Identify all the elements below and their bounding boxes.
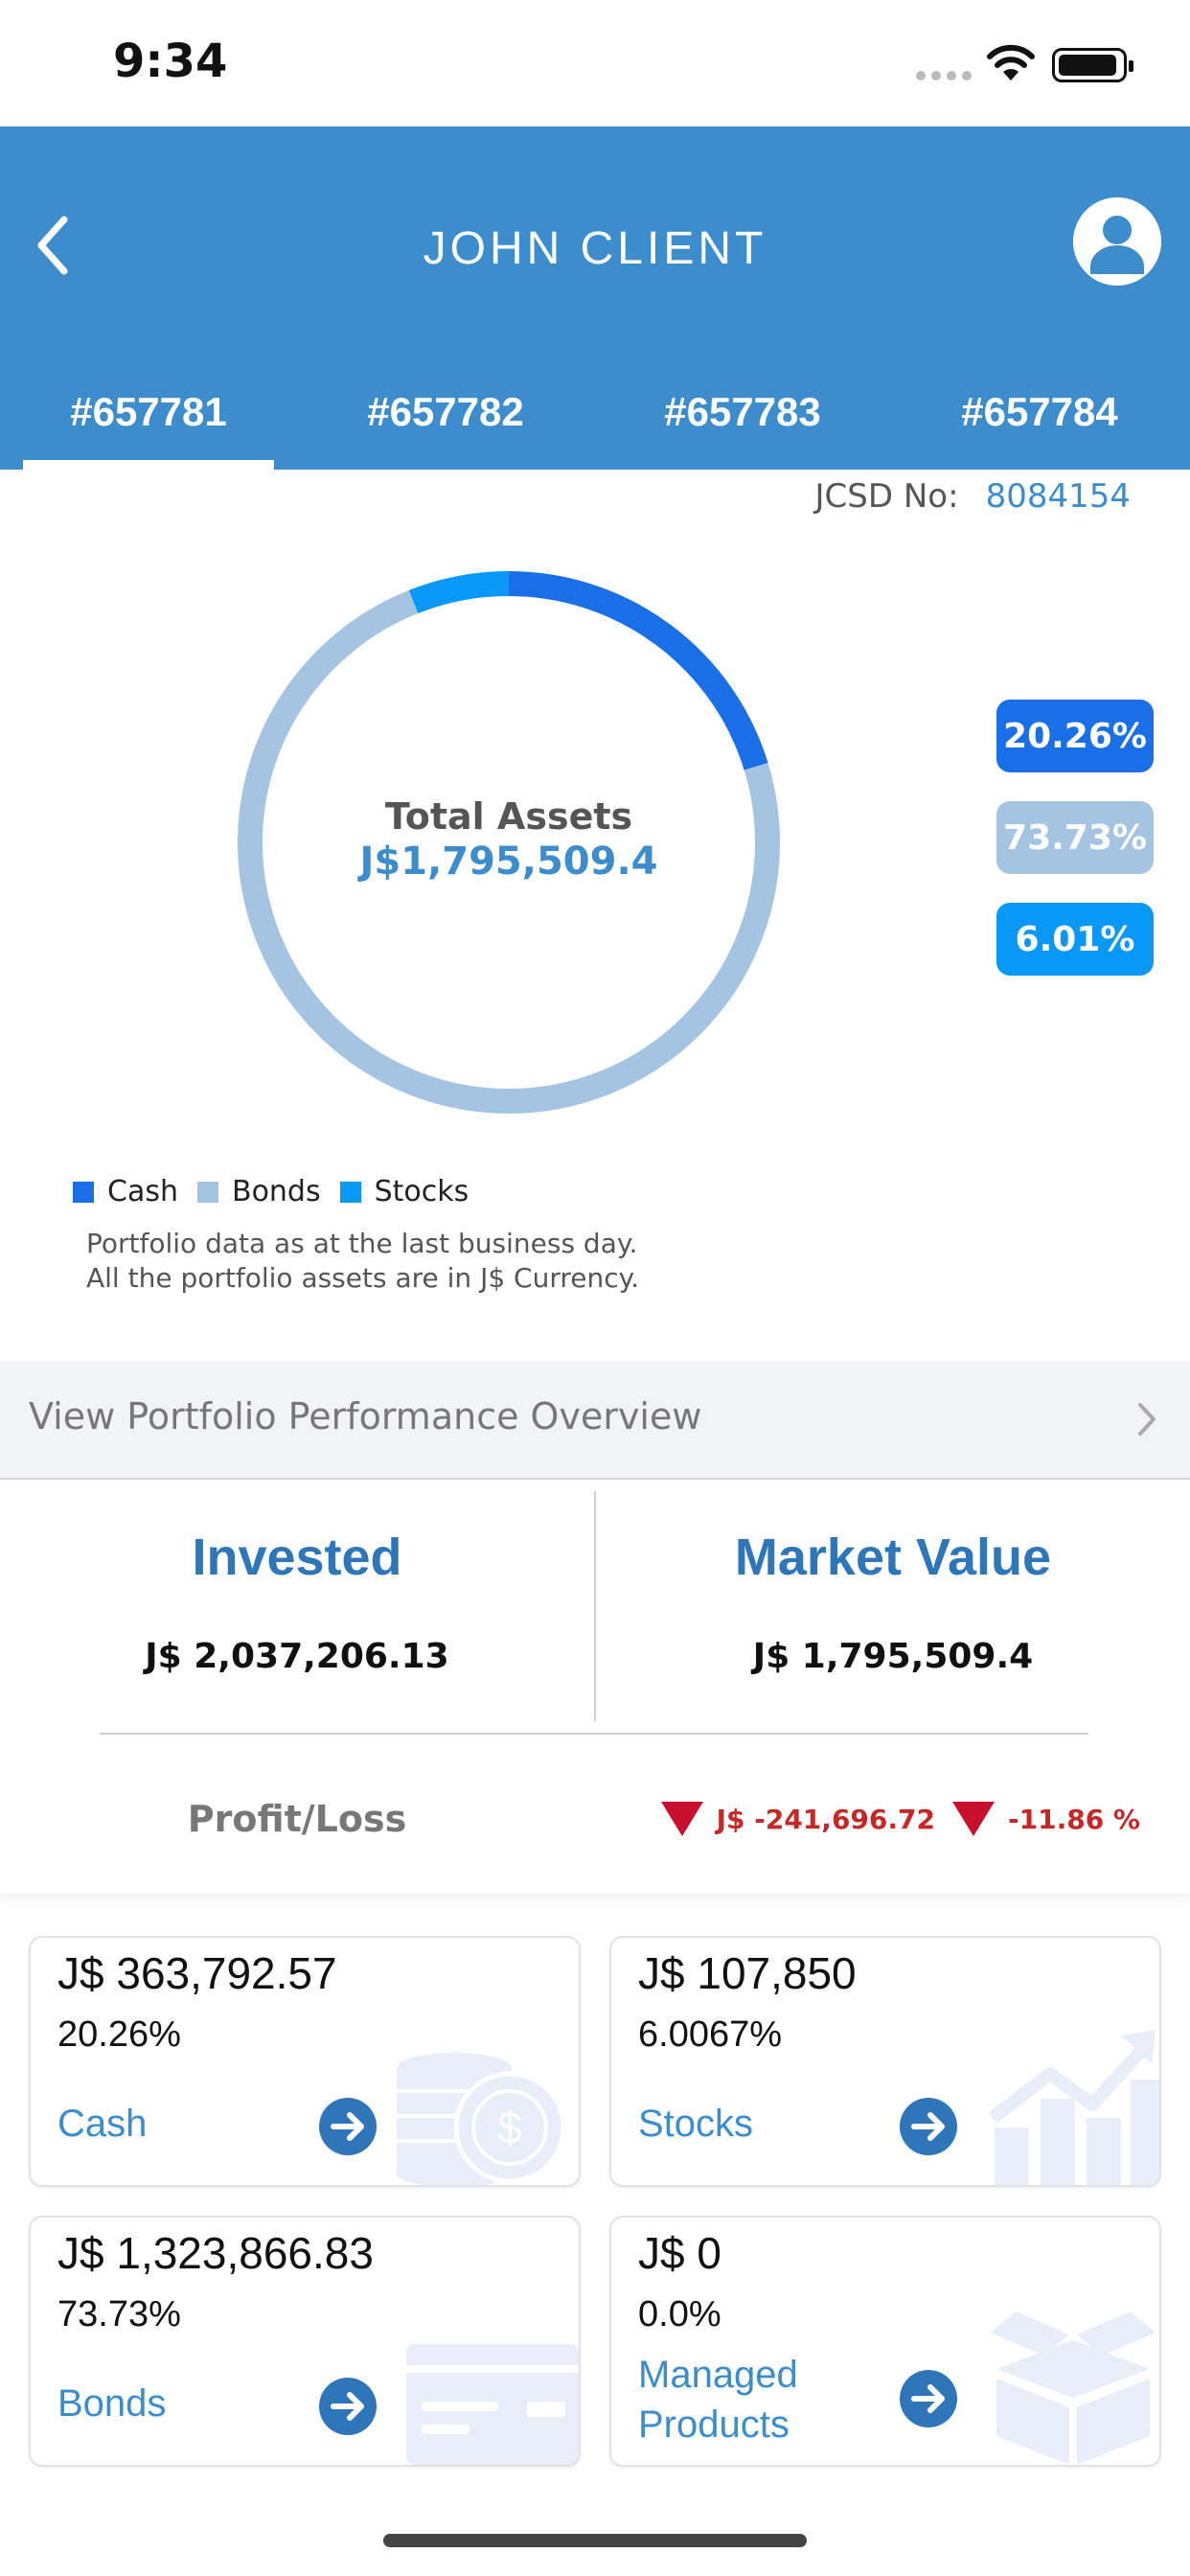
chevron-right-icon xyxy=(1138,1403,1156,1436)
status-time: 9:34 xyxy=(113,34,228,88)
arrow-right-icon[interactable] xyxy=(899,2097,958,2156)
jcsd-number: JCSD No: 8084154 xyxy=(815,477,1131,516)
bonds-amount: J$ 1,323,866.83 xyxy=(57,2228,374,2278)
bonds-card[interactable]: J$ 1,323,866.83 73.73% Bonds xyxy=(29,2216,581,2467)
legend-bonds: Bonds xyxy=(196,1175,321,1208)
home-indicator[interactable] xyxy=(383,2534,807,2547)
profit-loss-percent: -11.86 % xyxy=(1008,1803,1140,1835)
svg-text:$: $ xyxy=(497,2103,522,2152)
stocks-percent-badge: 6.01% xyxy=(996,903,1154,976)
signal-icon xyxy=(916,71,972,80)
profit-loss-amount: J$ -241,696.72 xyxy=(716,1803,935,1835)
managed-products-label: Managed Products xyxy=(638,2354,798,2446)
chart-legend: Cash Bonds Stocks xyxy=(73,1175,488,1208)
managed-products-amount: J$ 0 xyxy=(638,2228,721,2278)
jcsd-label: JCSD No: xyxy=(814,477,959,516)
bonds-percent: 73.73% xyxy=(57,2294,181,2334)
divider xyxy=(100,1733,1088,1735)
bonds-percent-badge: 73.73% xyxy=(996,801,1154,874)
box-icon xyxy=(991,2312,1156,2465)
down-triangle-icon xyxy=(952,1802,995,1836)
down-triangle-icon xyxy=(660,1802,703,1836)
legend-stocks: Stocks xyxy=(339,1175,469,1208)
cash-percent: 20.26% xyxy=(57,2014,181,2055)
arrow-right-icon[interactable] xyxy=(318,2377,378,2436)
profile-avatar[interactable] xyxy=(1073,197,1161,286)
invested-column: Invested J$ 2,037,206.13 xyxy=(0,1528,594,1676)
donut-center: Total Assets J$1,795,509.4 xyxy=(236,795,782,884)
market-value-label: Market Value xyxy=(734,1529,1052,1586)
battery-icon xyxy=(1052,48,1133,82)
wifi-icon xyxy=(985,42,1037,86)
tab-account-2[interactable]: #657782 xyxy=(297,364,594,470)
portfolio-note: Portfolio data as at the last business d… xyxy=(86,1228,640,1294)
cash-percent-badge: 20.26% xyxy=(996,700,1154,772)
cash-amount: J$ 363,792.57 xyxy=(57,1948,337,1998)
market-value-value: J$ 1,795,509.4 xyxy=(752,1637,1034,1676)
invested-label: Invested xyxy=(192,1529,402,1586)
profit-loss-label: Profit/Loss xyxy=(187,1798,407,1840)
status-bar: 9:34 xyxy=(0,0,1190,126)
cash-label: Cash xyxy=(57,2103,148,2145)
account-tabs: #657781 #657782 #657783 #657784 xyxy=(0,364,1190,470)
stocks-card[interactable]: J$ 107,850 6.0067% Stocks xyxy=(609,1936,1161,2187)
profit-loss-values: J$ -241,696.72 -11.86 % xyxy=(660,1802,1140,1836)
growth-chart-icon xyxy=(988,2030,1159,2185)
tab-account-4[interactable]: #657784 xyxy=(891,364,1188,470)
jcsd-value: 8084154 xyxy=(985,477,1131,516)
invested-value: J$ 2,037,206.13 xyxy=(145,1637,449,1676)
cash-card[interactable]: $ J$ 363,792.57 20.26% Cash xyxy=(29,1936,581,2187)
header: JOHN CLIENT #657781 #657782 #657783 #657… xyxy=(0,126,1190,470)
stocks-amount: J$ 107,850 xyxy=(638,1948,857,1998)
market-value-column: Market Value J$ 1,795,509.4 xyxy=(596,1528,1190,1676)
performance-overview-label: View Portfolio Performance Overview xyxy=(29,1395,702,1438)
tab-account-1[interactable]: #657781 xyxy=(0,364,297,470)
managed-products-card[interactable]: J$ 0 0.0% Managed Products xyxy=(609,2216,1161,2467)
coins-icon: $ xyxy=(397,2053,566,2185)
arrow-right-icon[interactable] xyxy=(318,2097,378,2156)
page-title: JOHN CLIENT xyxy=(423,223,767,274)
legend-cash: Cash xyxy=(73,1175,178,1208)
total-assets-value: J$1,795,509.4 xyxy=(359,840,658,884)
tab-account-3[interactable]: #657783 xyxy=(594,364,891,470)
arrow-right-icon[interactable] xyxy=(899,2369,958,2428)
user-icon xyxy=(1073,197,1161,286)
stocks-percent: 6.0067% xyxy=(638,2014,783,2055)
stocks-label: Stocks xyxy=(638,2103,754,2145)
managed-products-percent: 0.0% xyxy=(638,2294,721,2334)
bonds-label: Bonds xyxy=(57,2382,167,2425)
portfolio-summary: Invested J$ 2,037,206.13 Market Value J$… xyxy=(0,1482,1190,1894)
performance-overview-link[interactable]: View Portfolio Performance Overview xyxy=(0,1361,1190,1480)
total-assets-label: Total Assets xyxy=(384,795,633,838)
credit-card-icon xyxy=(406,2344,579,2465)
